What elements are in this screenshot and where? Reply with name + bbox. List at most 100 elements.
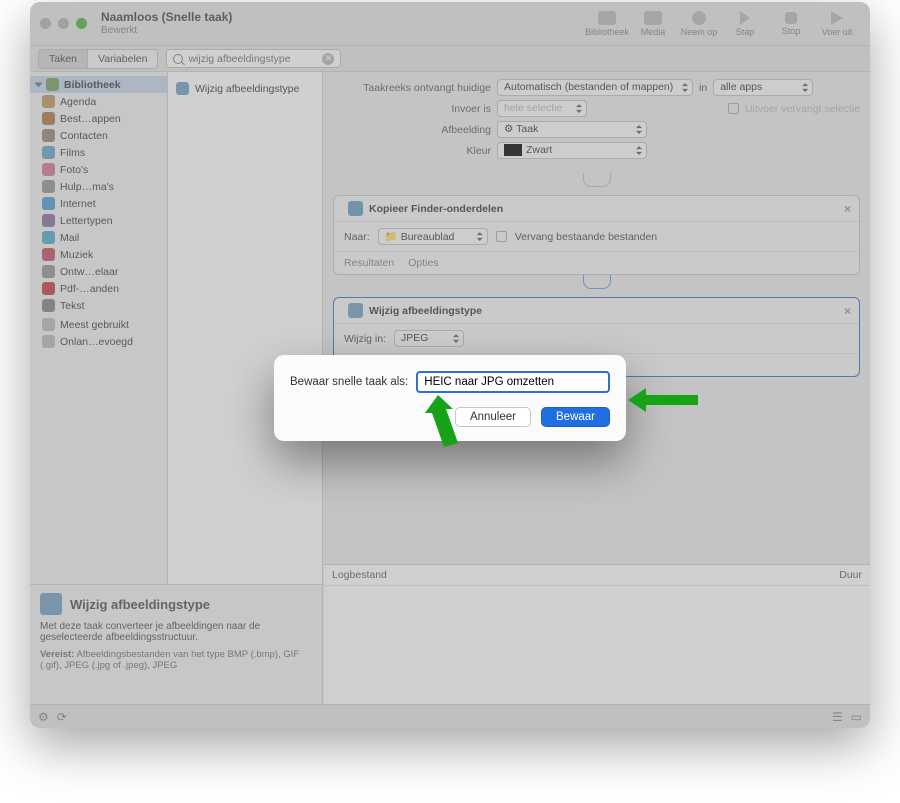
internet-icon (42, 197, 55, 210)
output-replaces-label: Uitvoer vervangt selectie (745, 103, 860, 115)
toolbar-run-button[interactable]: Voer uit (814, 11, 860, 37)
record-icon (692, 11, 706, 25)
run-icon (831, 11, 843, 25)
library-item-agenda[interactable]: Agenda (30, 93, 167, 110)
folder-icon (42, 335, 55, 348)
library-header[interactable]: Bibliotheek (30, 76, 167, 93)
library-item-most-used[interactable]: Meest gebruikt (30, 316, 167, 333)
log-column-duur[interactable]: Duur (839, 569, 862, 581)
media-icon (644, 11, 662, 25)
image-action-icon (176, 82, 189, 95)
mode-segmented-control[interactable]: Taken Variabelen (38, 49, 158, 69)
replace-existing-label: Vervang bestaande bestanden (515, 231, 657, 243)
folder-icon (42, 318, 55, 331)
search-icon (173, 54, 183, 64)
action-description-panel: Wijzig afbeeldingstype Met deze taak con… (30, 584, 323, 704)
zoom-window-button[interactable] (76, 18, 87, 29)
tab-variables[interactable]: Variabelen (88, 49, 158, 69)
footer-flow-button[interactable]: ▭ (851, 710, 862, 724)
color-swatch (504, 144, 522, 156)
library-item-ontwikkelaar[interactable]: Ontw…elaar (30, 263, 167, 280)
card-header[interactable]: Kopieer Finder-onderdelen × (334, 196, 859, 222)
search-field[interactable]: wijzig afbeeldingstype ✕ (166, 49, 341, 68)
card-changeto-label: Wijzig in: (344, 333, 386, 345)
toolbar-step-button[interactable]: Stap (722, 11, 768, 37)
footer-list-button[interactable]: ☰ (832, 710, 843, 724)
save-dialog-label: Bewaar snelle taak als: (290, 376, 408, 388)
files-icon (42, 112, 55, 125)
utilities-icon (42, 180, 55, 193)
library-item-recent[interactable]: Onlan…evoegd (30, 333, 167, 350)
footer-gear-button[interactable]: ⚙ (38, 710, 49, 724)
toolbar-media-button[interactable]: Media (630, 11, 676, 37)
calendar-icon (42, 95, 55, 108)
pdf-icon (42, 282, 55, 295)
save-name-input[interactable] (416, 371, 610, 393)
step-icon (740, 11, 750, 25)
stop-icon (785, 12, 797, 24)
mail-icon (42, 231, 55, 244)
library-item-hulpprogrammas[interactable]: Hulp…ma's (30, 178, 167, 195)
color-select[interactable]: Zwart (497, 142, 647, 159)
fonts-icon (42, 214, 55, 227)
library-item-mail[interactable]: Mail (30, 229, 167, 246)
action-description-body: Met deze taak converteer je afbeeldingen… (40, 621, 312, 643)
image-select[interactable]: ⚙ Taak (497, 121, 647, 138)
action-card-copy-finder[interactable]: Kopieer Finder-onderdelen × Naar: 📁 Bure… (333, 195, 860, 275)
input-type-select[interactable]: Automatisch (bestanden of mappen) (497, 79, 693, 96)
movies-icon (42, 146, 55, 159)
toolbar-stop-button[interactable]: Stop (768, 12, 814, 36)
library-item-contacten[interactable]: Contacten (30, 127, 167, 144)
connector (323, 275, 870, 289)
replace-existing-checkbox[interactable] (496, 231, 507, 242)
window-title: Naamloos (Snelle taak) (101, 11, 232, 25)
config-label-image: Afbeelding (333, 124, 491, 136)
contacts-icon (42, 129, 55, 142)
clear-search-button[interactable]: ✕ (322, 53, 334, 65)
developer-icon (42, 265, 55, 278)
format-select[interactable]: JPEG (394, 330, 464, 347)
close-window-button[interactable] (40, 18, 51, 29)
card-results-tab[interactable]: Resultaten (344, 257, 394, 269)
action-description-requires: Vereist: Afbeeldingsbestanden van het ty… (40, 649, 312, 671)
window-subtitle: Bewerkt (101, 25, 232, 37)
library-item-tekst[interactable]: Tekst (30, 297, 167, 314)
card-options-tab[interactable]: Opties (408, 257, 438, 269)
toolbar-library-button[interactable]: Bibliotheek (584, 11, 630, 37)
remove-action-button[interactable]: × (844, 202, 851, 216)
output-replaces-checkbox[interactable] (728, 103, 739, 114)
config-label-color: Kleur (333, 145, 491, 157)
secondary-toolbar: Taken Variabelen wijzig afbeeldingstype … (30, 46, 870, 72)
titlebar: Naamloos (Snelle taak) Bewerkt Bibliothe… (30, 2, 870, 46)
footer-sync-button[interactable]: ⟳ (57, 710, 67, 724)
remove-action-button[interactable]: × (844, 304, 851, 318)
destination-select[interactable]: 📁 Bureaublad (378, 228, 488, 245)
card-header[interactable]: Wijzig afbeeldingstype × (334, 298, 859, 324)
action-list-item[interactable]: Wijzig afbeeldingstype (168, 78, 322, 99)
log-column-logbestand[interactable]: Logbestand (332, 569, 839, 581)
input-app-select[interactable]: alle apps (713, 79, 813, 96)
save-button[interactable]: Bewaar (541, 407, 610, 427)
connector (323, 173, 870, 187)
input-scope-select[interactable]: hele selectie (497, 100, 587, 117)
library-item-films[interactable]: Films (30, 144, 167, 161)
library-item-lettertypen[interactable]: Lettertypen (30, 212, 167, 229)
config-label-input: Invoer is (333, 103, 491, 115)
log-panel: Logbestand Duur (324, 564, 870, 704)
library-item-bestanden[interactable]: Best…appen (30, 110, 167, 127)
toolbar-record-button[interactable]: Neem op (676, 11, 722, 37)
window-controls (40, 18, 87, 29)
photos-icon (42, 163, 55, 176)
music-icon (42, 248, 55, 261)
library-icon (598, 11, 616, 25)
card-to-label: Naar: (344, 231, 370, 243)
library-icon (46, 78, 59, 91)
disclosure-triangle-icon (35, 82, 43, 87)
workflow-input-config: Taakreeks ontvangt huidige Automatisch (… (323, 72, 870, 173)
minimize-window-button[interactable] (58, 18, 69, 29)
library-item-muziek[interactable]: Muziek (30, 246, 167, 263)
library-item-internet[interactable]: Internet (30, 195, 167, 212)
library-item-fotos[interactable]: Foto's (30, 161, 167, 178)
library-item-pdf[interactable]: Pdf-…anden (30, 280, 167, 297)
tab-tasks[interactable]: Taken (38, 49, 88, 69)
